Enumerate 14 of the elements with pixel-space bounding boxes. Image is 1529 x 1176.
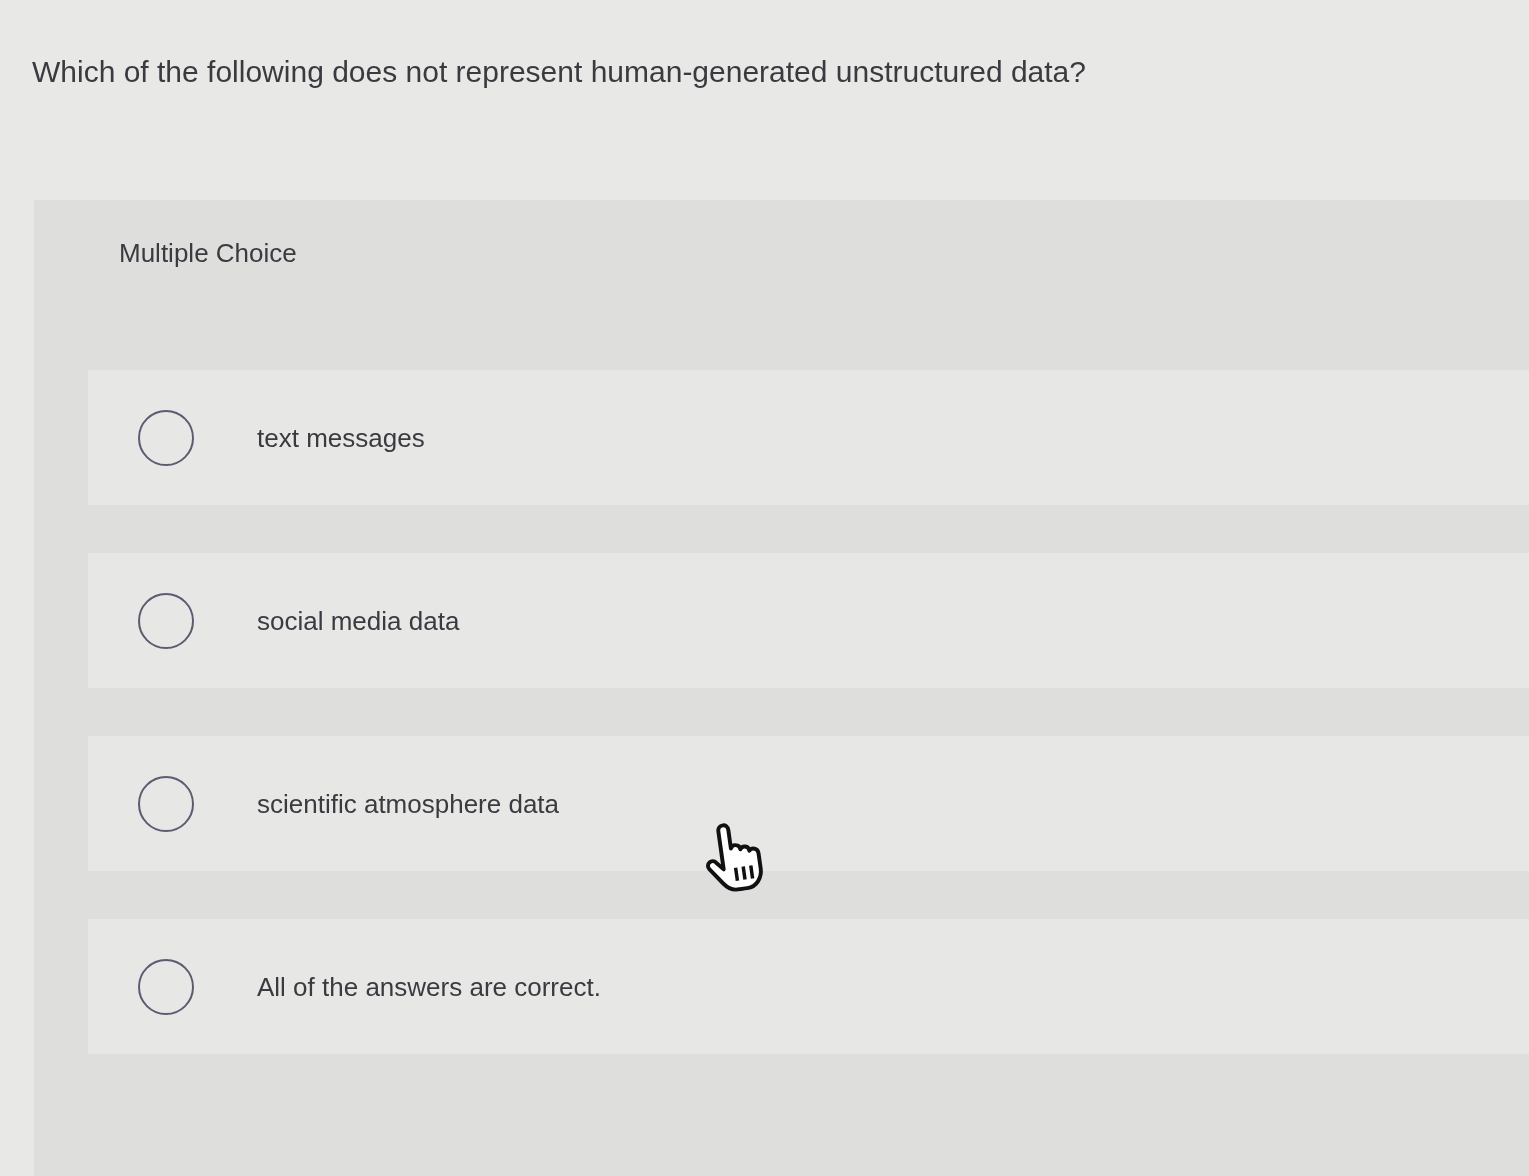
answer-option[interactable]: social media data	[88, 553, 1529, 688]
option-label: scientific atmosphere data	[257, 787, 560, 821]
answer-option[interactable]: scientific atmosphere data	[88, 736, 1529, 871]
radio-button[interactable]	[138, 409, 194, 466]
option-label: social media data	[257, 604, 460, 638]
panel-heading: Multiple Choice	[119, 236, 297, 270]
radio-button[interactable]	[138, 958, 194, 1015]
answer-option[interactable]: text messages	[88, 370, 1529, 505]
question-text: Which of the following does not represent human-generated unstructured data?	[32, 54, 1086, 90]
answer-option[interactable]: All of the answers are correct.	[88, 919, 1529, 1054]
option-label: All of the answers are correct.	[257, 970, 601, 1004]
radio-button[interactable]	[138, 775, 194, 832]
option-label: text messages	[257, 421, 425, 455]
radio-button[interactable]	[138, 592, 194, 649]
